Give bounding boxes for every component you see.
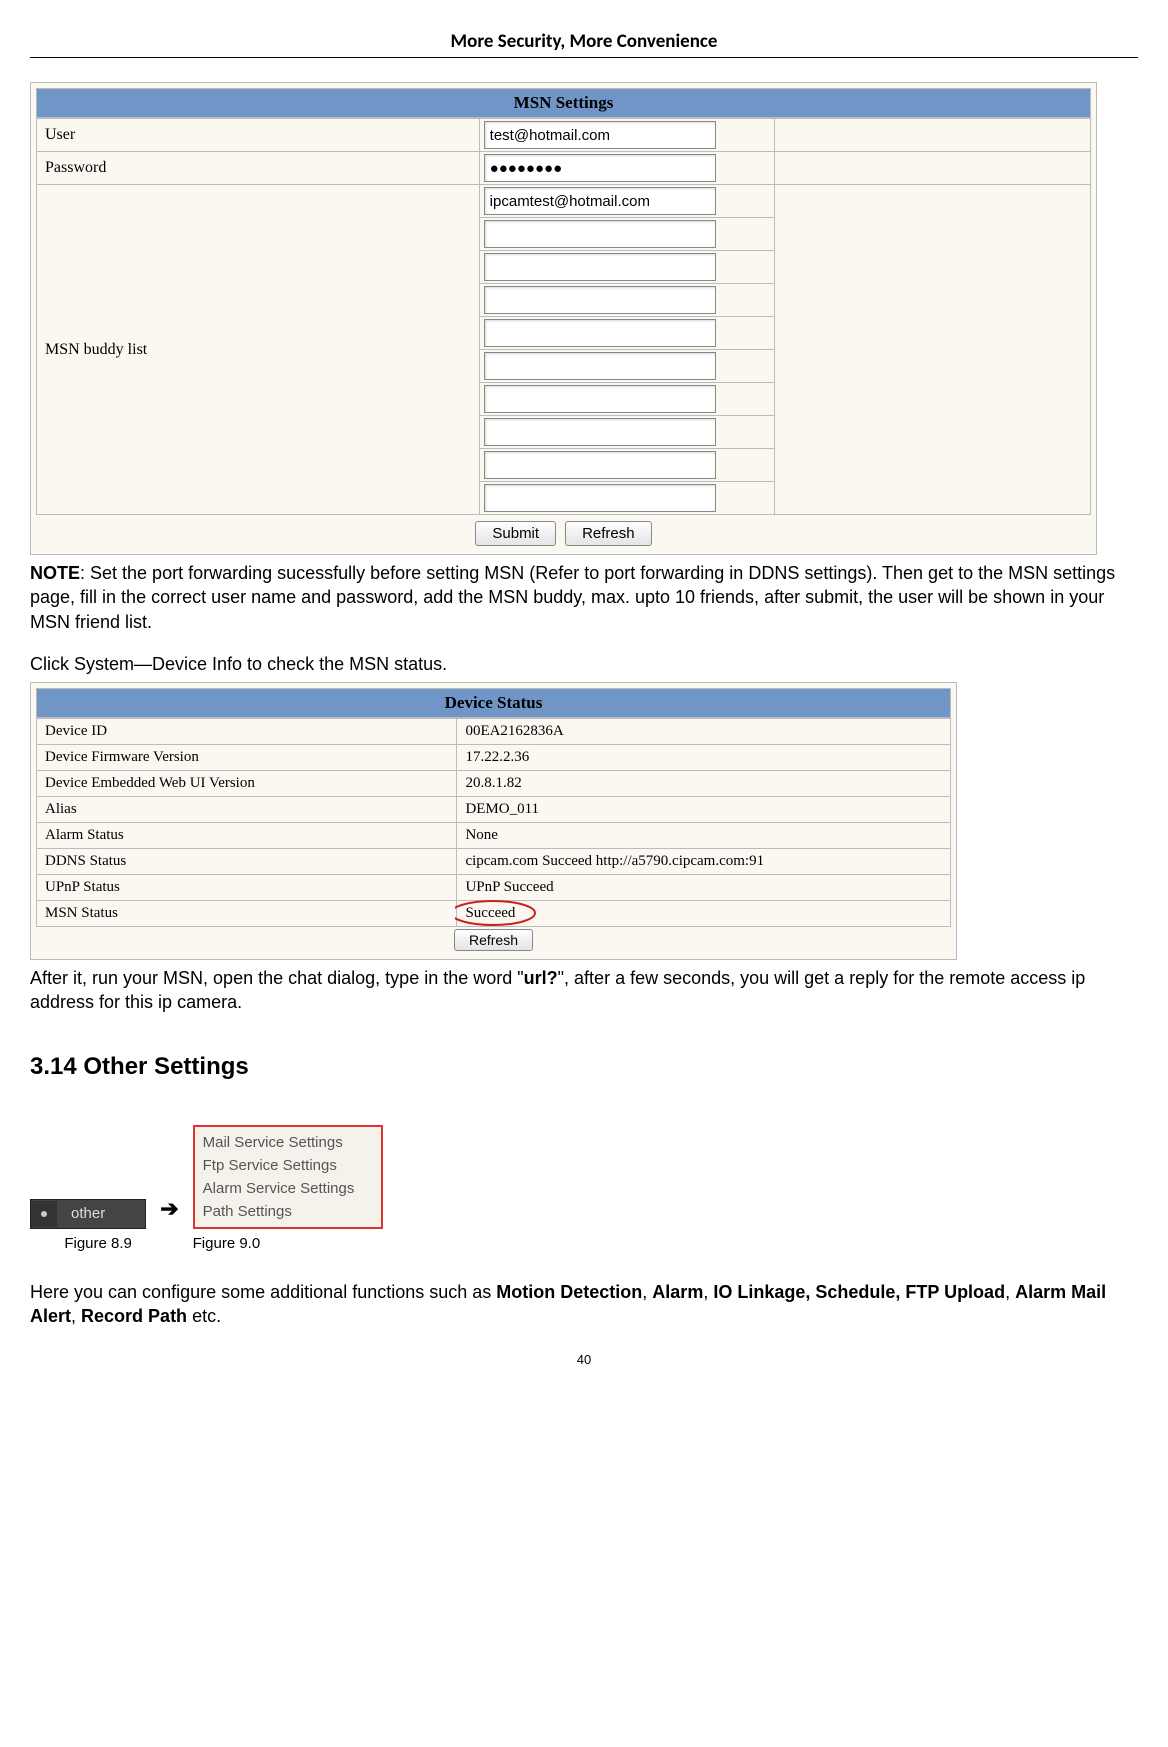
settings-menu: Mail Service Settings Ftp Service Settin…: [193, 1125, 383, 1229]
password-cell: [479, 152, 774, 185]
msn-status-value: Succeed: [465, 905, 515, 921]
footer-etc: etc.: [187, 1306, 221, 1326]
footer-b1: Motion Detection: [496, 1282, 642, 1302]
status-button-bar: Refresh: [36, 929, 951, 951]
status-val: DEMO_011: [457, 797, 951, 823]
footer-b3: IO Linkage, Schedule, FTP Upload: [713, 1282, 1005, 1302]
other-button-label: other: [57, 1205, 145, 1222]
buddy-extra: [774, 185, 1090, 515]
status-key: Device Embedded Web UI Version: [37, 771, 457, 797]
user-label: User: [37, 119, 480, 152]
submit-button[interactable]: Submit: [475, 521, 556, 546]
header-rule: [30, 57, 1138, 58]
note-paragraph: NOTE: Set the port forwarding sucessfull…: [30, 561, 1138, 634]
status-val: cipcam.com Succeed http://a5790.cipcam.c…: [457, 849, 951, 875]
section-heading: 3.14 Other Settings: [30, 1053, 1138, 1081]
status-val: None: [457, 823, 951, 849]
buddy-input-0[interactable]: [484, 187, 716, 215]
refresh-button-status[interactable]: Refresh: [454, 929, 533, 951]
status-key: Alias: [37, 797, 457, 823]
status-key: Alarm Status: [37, 823, 457, 849]
footer-b5: Record Path: [81, 1306, 187, 1326]
after-text-bold: url?: [524, 968, 558, 988]
click-system-text: Click System—Device Info to check the MS…: [30, 652, 1138, 676]
status-key: Device Firmware Version: [37, 745, 457, 771]
fig-a-caption: Figure 8.9: [50, 1235, 146, 1252]
msn-button-bar: Submit Refresh: [36, 521, 1091, 546]
fig-b-block: Mail Service Settings Ftp Service Settin…: [193, 1125, 383, 1252]
status-key: MSN Status: [37, 901, 457, 927]
password-input[interactable]: [484, 154, 716, 182]
page-header: More Security, More Convenience: [30, 30, 1138, 53]
status-val-msn: Succeed: [457, 901, 951, 927]
user-extra: [774, 119, 1090, 152]
buddy-input-5[interactable]: [484, 352, 716, 380]
bullet-icon: [31, 1201, 57, 1227]
after-text: After it, run your MSN, open the chat di…: [30, 966, 1138, 1015]
buddy-input-6[interactable]: [484, 385, 716, 413]
note-body: : Set the port forwarding sucessfully be…: [30, 563, 1115, 632]
password-label: Password: [37, 152, 480, 185]
user-input[interactable]: [484, 121, 716, 149]
menu-item[interactable]: Alarm Service Settings: [203, 1177, 373, 1200]
fig-a-block: other Figure 8.9: [30, 1199, 146, 1252]
status-key: DDNS Status: [37, 849, 457, 875]
status-table: Device ID00EA2162836A Device Firmware Ve…: [36, 718, 951, 927]
buddy-input-3[interactable]: [484, 286, 716, 314]
buddy-input-9[interactable]: [484, 484, 716, 512]
panel-title-msn: MSN Settings: [36, 88, 1091, 118]
buddy-input-7[interactable]: [484, 418, 716, 446]
footer-paragraph: Here you can configure some additional f…: [30, 1280, 1138, 1329]
status-key: UPnP Status: [37, 875, 457, 901]
status-val: 00EA2162836A: [457, 719, 951, 745]
panel-title-status: Device Status: [36, 688, 951, 718]
status-key: Device ID: [37, 719, 457, 745]
note-label: NOTE: [30, 563, 80, 583]
password-extra: [774, 152, 1090, 185]
buddy-input-2[interactable]: [484, 253, 716, 281]
device-status-panel: Device Status Device ID00EA2162836A Devi…: [30, 682, 957, 960]
fig-b-caption: Figure 9.0: [193, 1235, 383, 1252]
buddy-input-1[interactable]: [484, 220, 716, 248]
buddy-label: MSN buddy list: [37, 185, 480, 515]
after-text-1: After it, run your MSN, open the chat di…: [30, 968, 524, 988]
arrow-icon: ➔: [156, 1196, 182, 1252]
status-val: 20.8.1.82: [457, 771, 951, 797]
user-cell: [479, 119, 774, 152]
buddy-input-8[interactable]: [484, 451, 716, 479]
menu-item[interactable]: Mail Service Settings: [203, 1131, 373, 1154]
msn-settings-panel: MSN Settings User Password MSN buddy lis…: [30, 82, 1097, 555]
footer-text: Here you can configure some additional f…: [30, 1282, 496, 1302]
other-button[interactable]: other: [30, 1199, 146, 1229]
status-val: 17.22.2.36: [457, 745, 951, 771]
refresh-button-msn[interactable]: Refresh: [565, 521, 652, 546]
succeed-circled: Succeed: [465, 905, 515, 922]
msn-form-table: User Password MSN buddy list: [36, 118, 1091, 515]
page-number: 40: [30, 1352, 1138, 1367]
menu-item[interactable]: Ftp Service Settings: [203, 1154, 373, 1177]
figure-row: other Figure 8.9 ➔ Mail Service Settings…: [30, 1125, 1138, 1252]
menu-item[interactable]: Path Settings: [203, 1200, 373, 1223]
status-val: UPnP Succeed: [457, 875, 951, 901]
footer-b2: Alarm: [652, 1282, 703, 1302]
buddy-input-4[interactable]: [484, 319, 716, 347]
